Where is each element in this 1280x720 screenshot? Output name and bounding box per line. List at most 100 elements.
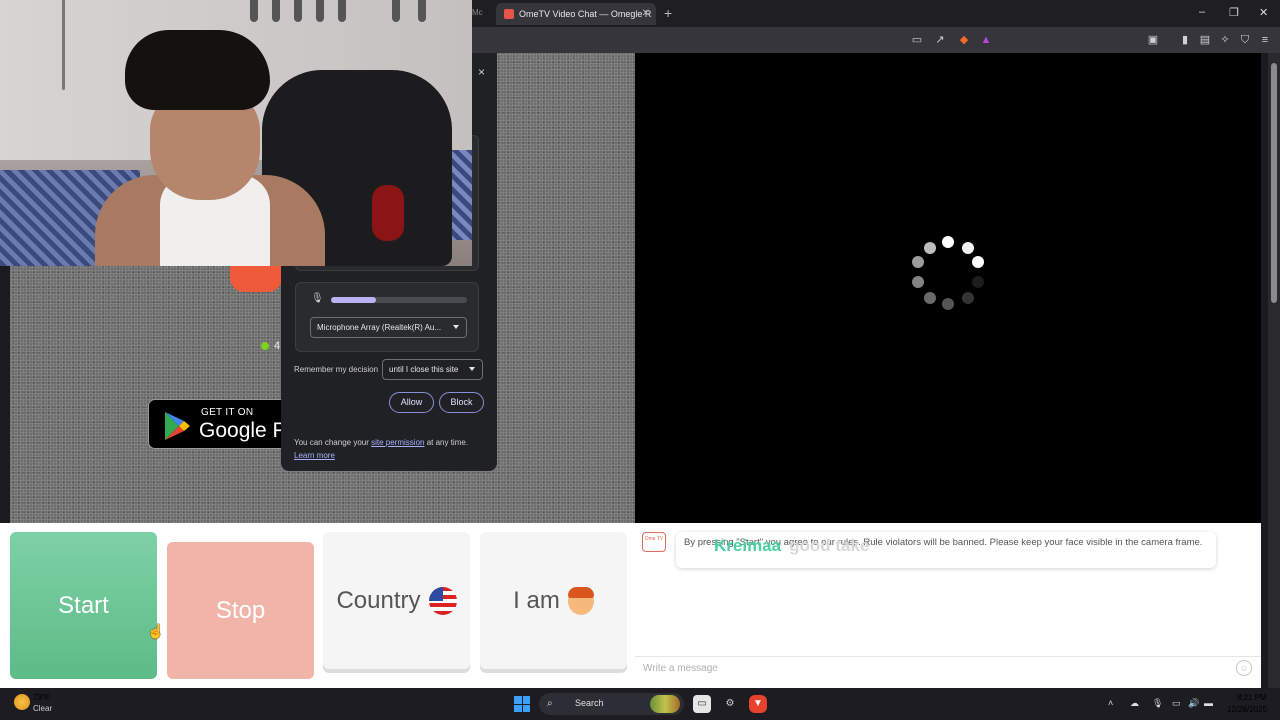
sidebar-icon[interactable]: ▮ bbox=[1178, 33, 1192, 47]
gender-button[interactable]: I am bbox=[480, 532, 627, 669]
ometv-chat-logo: Ome TV bbox=[642, 532, 666, 552]
spinner-dot bbox=[962, 292, 974, 304]
spinner-dot bbox=[972, 276, 984, 288]
medal bbox=[250, 0, 258, 22]
face-hair bbox=[567, 586, 594, 598]
boy-face-icon bbox=[567, 586, 594, 615]
online-count: 4 bbox=[274, 340, 281, 352]
message-input[interactable]: Write a message bbox=[635, 656, 1261, 680]
screen: Mc OmeTV Video Chat — Omegle R ✕ + – ❐ ✕… bbox=[0, 0, 1280, 720]
google-play-sub: GET IT ON bbox=[201, 407, 254, 418]
tray-onedrive-icon[interactable]: ☁ bbox=[1130, 698, 1139, 709]
overlay-message: good take bbox=[789, 536, 870, 555]
weather-moon-icon[interactable] bbox=[14, 694, 30, 710]
cast-icon[interactable]: ▭ bbox=[910, 33, 924, 47]
country-label: Country bbox=[336, 586, 421, 614]
tray-network-icon[interactable]: ▭ bbox=[1172, 698, 1181, 709]
new-tab-button[interactable]: + bbox=[664, 5, 672, 21]
medal bbox=[294, 0, 302, 22]
permission-note-tail: at any time. bbox=[424, 438, 469, 447]
spinner-dot bbox=[942, 236, 954, 248]
hanging-strap bbox=[62, 0, 65, 90]
us-flag-icon bbox=[428, 586, 457, 615]
webcam-overlay bbox=[0, 0, 472, 266]
stream-overlay-text: Kreimaa good take bbox=[714, 536, 869, 556]
spinner-dot bbox=[912, 276, 924, 288]
popup-close-icon[interactable]: × bbox=[478, 65, 485, 79]
loading-spinner bbox=[908, 236, 988, 316]
spinner-dot bbox=[962, 242, 974, 254]
file-explorer-icon[interactable]: ▭ bbox=[693, 695, 711, 713]
country-button[interactable]: Country bbox=[323, 532, 470, 669]
spinner-dot bbox=[912, 256, 924, 268]
medal bbox=[272, 0, 280, 22]
block-button[interactable]: Block bbox=[439, 392, 484, 413]
remember-decision-value: until I close this site bbox=[389, 365, 459, 374]
medal bbox=[392, 0, 400, 22]
mic-level-fill bbox=[331, 297, 376, 303]
iam-label: I am bbox=[513, 586, 560, 614]
ometv-logo-fragment bbox=[230, 264, 282, 292]
google-play-icon bbox=[165, 412, 190, 440]
taskbar-clock-time[interactable]: 8:21 PM bbox=[1237, 693, 1267, 702]
medal bbox=[418, 0, 426, 22]
microphone-select[interactable]: Microphone Array (Realtek(R) Au... bbox=[310, 317, 467, 338]
google-play-main: Google P bbox=[199, 419, 287, 442]
emoji-icon[interactable]: ☺ bbox=[1236, 660, 1252, 676]
previous-tab-fragment[interactable]: Mc bbox=[472, 8, 483, 17]
tray-mic-icon[interactable]: 🎙 bbox=[1152, 698, 1163, 709]
permission-note-text: You can change your bbox=[294, 438, 372, 447]
tray-volume-icon[interactable]: 🔊 bbox=[1188, 698, 1199, 709]
brave-browser-icon[interactable]: ▼ bbox=[749, 695, 767, 713]
brave-rewards-icon[interactable]: ▲ bbox=[979, 33, 993, 47]
reader-mode-icon[interactable]: ▣ bbox=[1146, 33, 1160, 47]
spinner-dot bbox=[924, 242, 936, 254]
taskbar-clock-date[interactable]: 12/28/2025 bbox=[1227, 705, 1267, 714]
microphone-device-label: Microphone Array (Realtek(R) Au... bbox=[317, 323, 442, 332]
maximize-button[interactable]: ❐ bbox=[1229, 6, 1239, 19]
share-icon[interactable]: ↗ bbox=[933, 33, 947, 47]
windows-start-icon[interactable] bbox=[514, 696, 530, 712]
tab-title: OmeTV Video Chat — Omegle R bbox=[519, 9, 652, 19]
wallet-icon[interactable]: ▤ bbox=[1198, 33, 1212, 47]
start-button[interactable]: Start bbox=[10, 532, 157, 679]
page-scrollbar[interactable] bbox=[1268, 53, 1280, 688]
spinner-dot bbox=[942, 298, 954, 310]
person-hair bbox=[125, 30, 270, 110]
stop-button[interactable]: Stop bbox=[167, 542, 314, 679]
remember-decision-label: Remember my decision bbox=[294, 365, 379, 374]
gaming-chair-accent bbox=[372, 185, 404, 241]
scrollbar-thumb[interactable] bbox=[1271, 63, 1277, 303]
tray-overflow-icon[interactable]: ˄ bbox=[1108, 698, 1113, 708]
flag-canton bbox=[428, 586, 443, 601]
settings-app-icon[interactable]: ⚙ bbox=[721, 695, 739, 713]
remember-decision-select[interactable]: until I close this site bbox=[382, 359, 483, 380]
weather-condition[interactable]: Clear bbox=[33, 704, 52, 713]
stop-label: Stop bbox=[215, 596, 266, 624]
spinner-dot bbox=[972, 256, 984, 268]
medal bbox=[316, 0, 324, 22]
menu-icon[interactable]: ≡ bbox=[1258, 33, 1272, 47]
spinner-dot bbox=[924, 292, 936, 304]
tray-battery-icon[interactable]: ▬ bbox=[1204, 698, 1213, 708]
tab-ometv[interactable]: OmeTV Video Chat — Omegle R ✕ bbox=[496, 3, 656, 25]
overlay-name: Kreimaa bbox=[714, 536, 782, 555]
site-permission-link[interactable]: site permission bbox=[371, 438, 424, 447]
weather-temperature[interactable]: 73°F bbox=[33, 693, 50, 702]
start-label: Start bbox=[58, 591, 109, 619]
hand-cursor-icon: ☝ bbox=[147, 623, 165, 639]
tab-close-icon[interactable]: ✕ bbox=[642, 8, 650, 19]
chevron-down-icon bbox=[469, 367, 475, 371]
window-close-button[interactable]: ✕ bbox=[1259, 6, 1268, 19]
mic-level-meter bbox=[331, 297, 467, 303]
learn-more-link[interactable]: Learn more bbox=[294, 451, 335, 460]
google-play-badge[interactable]: GET IT ON Google P bbox=[148, 399, 298, 449]
minimize-button[interactable]: – bbox=[1199, 6, 1205, 18]
leo-ai-icon[interactable]: ✧ bbox=[1218, 33, 1232, 47]
medal bbox=[338, 0, 346, 22]
search-highlight-icon bbox=[650, 695, 680, 713]
brave-shields-icon[interactable]: ◆ bbox=[957, 33, 971, 47]
search-icon: ⌕ bbox=[547, 698, 553, 709]
vpn-icon[interactable]: ⛉ bbox=[1238, 33, 1252, 47]
allow-button[interactable]: Allow bbox=[389, 392, 434, 413]
